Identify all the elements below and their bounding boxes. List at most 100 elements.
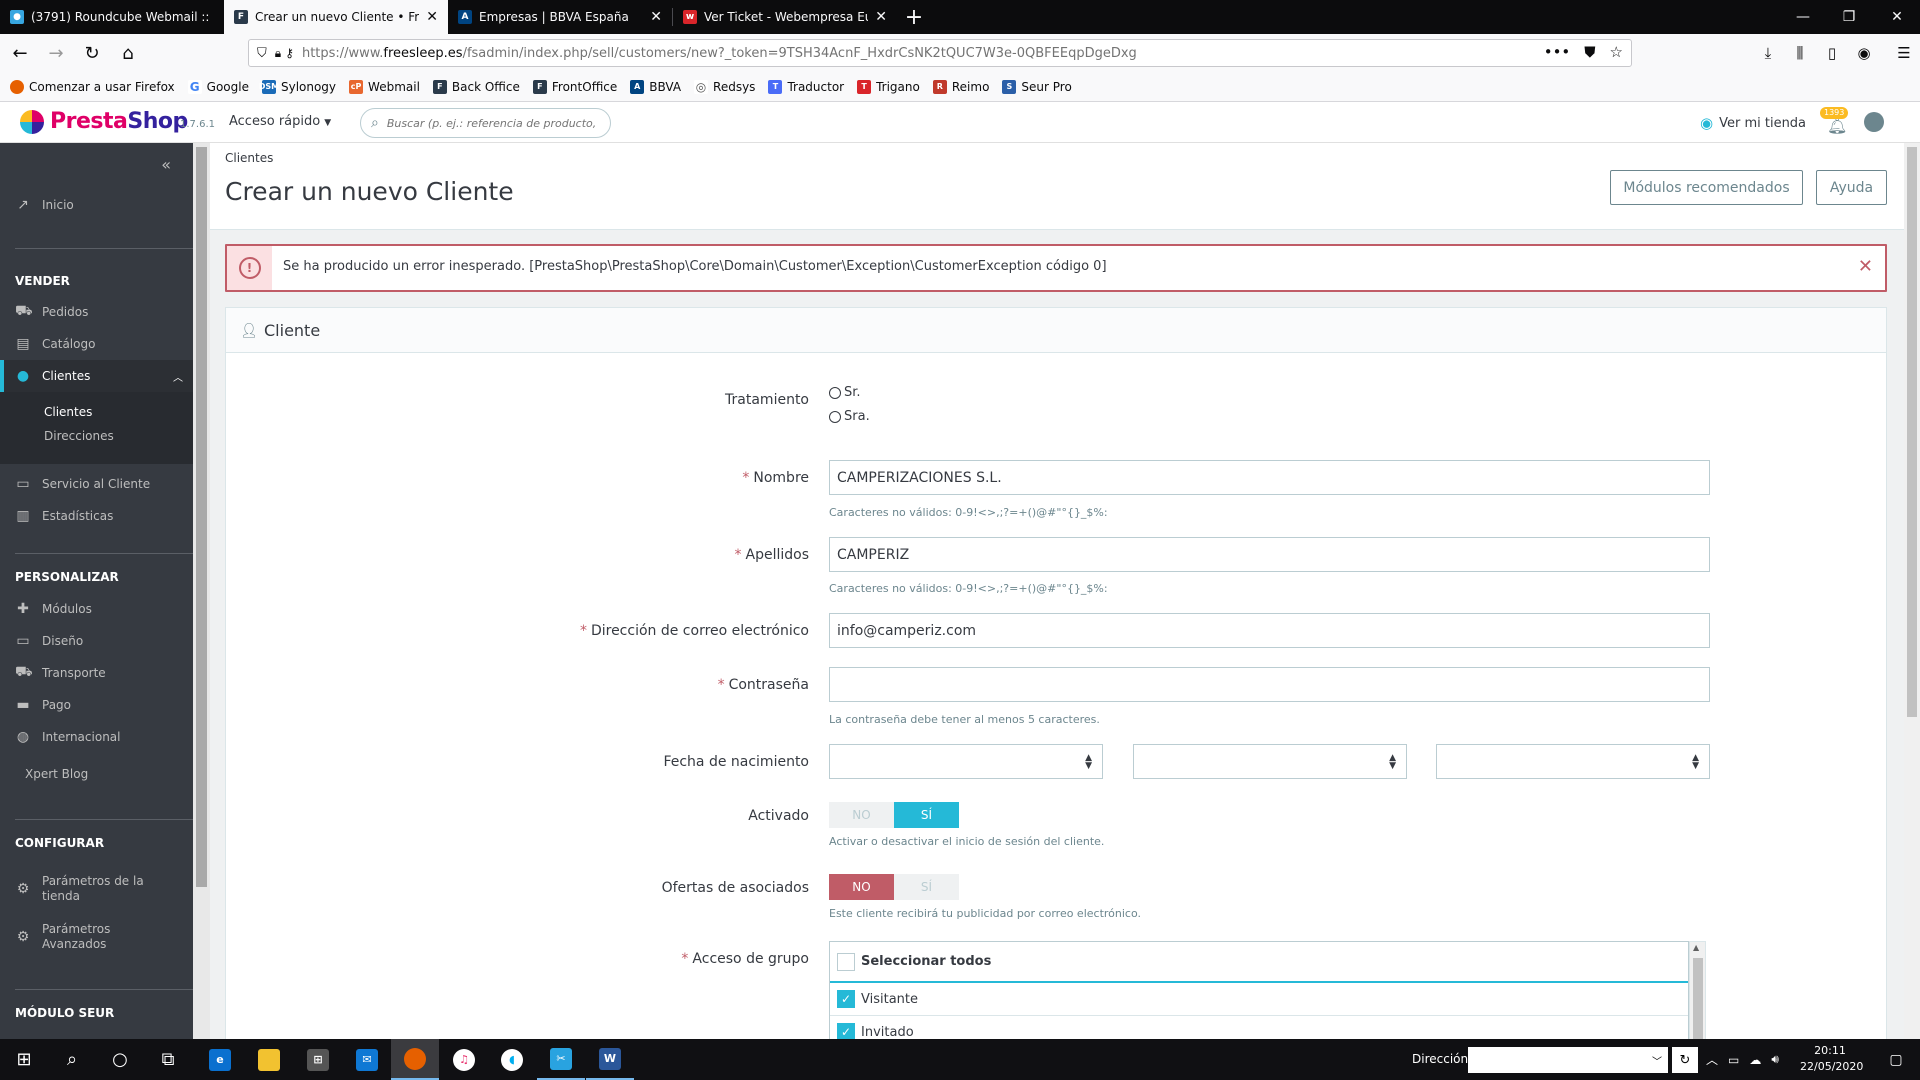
title-radio-sr[interactable]: Sr. — [829, 385, 861, 400]
quick-access-dropdown[interactable]: Acceso rápido ▼ — [229, 114, 331, 129]
view-store-link[interactable]: ◉ Ver mi tienda — [1700, 114, 1806, 132]
page-actions-icon[interactable]: ••• — [1544, 43, 1571, 61]
network-icon[interactable]: ▭ — [1728, 1053, 1739, 1067]
pocket-icon[interactable]: ⛊ — [1584, 43, 1595, 61]
browser-tab[interactable]: ● (3791) Roundcube Webmail :: E — [0, 0, 224, 34]
bookmark-firefox[interactable]: Comenzar a usar Firefox — [10, 79, 175, 94]
bookmark-google[interactable]: G Google — [187, 79, 249, 94]
bookmark-bbva[interactable]: A BBVA — [630, 79, 681, 94]
itunes-icon[interactable]: ♫ — [440, 1039, 488, 1080]
search-field[interactable]: ⌕ — [360, 108, 611, 138]
bookmark-webmail[interactable]: cP Webmail — [349, 79, 420, 94]
snipping-tool-icon[interactable]: ✂ — [537, 1039, 585, 1080]
enabled-switch[interactable]: NO SÍ — [829, 802, 959, 828]
sidebar-subitem-clientes[interactable]: Clientes — [44, 405, 92, 419]
windows-start-icon[interactable]: ⊞ — [0, 1039, 48, 1080]
sidebar-subitem-direcciones[interactable]: Direcciones — [44, 429, 114, 443]
sidebar-item-estadisticas[interactable]: ▥ Estadísticas — [0, 500, 193, 532]
sidebar-item-diseno[interactable]: ▭ Diseño — [0, 625, 193, 657]
task-view-icon[interactable]: ⧉ — [144, 1039, 192, 1080]
breadcrumb[interactable]: Clientes — [225, 151, 273, 165]
bookmark-back-office[interactable]: F Back Office — [432, 79, 520, 94]
sidebar-item-servicio[interactable]: ▭ Servicio al Cliente — [0, 468, 193, 500]
sidebar-item-parametros-tienda[interactable]: ⚙ Parámetros de la tienda — [0, 869, 193, 909]
sidebar-item-pago[interactable]: ▬ Pago — [0, 689, 193, 721]
sidebar-item-pedidos[interactable]: ⛟ Pedidos — [0, 296, 193, 328]
sidebar-item-modulos[interactable]: ✚ Módulos — [0, 593, 193, 625]
notifications-button[interactable]: 🔔︎ — [1827, 116, 1847, 136]
recommended-modules-button[interactable]: Módulos recomendados — [1610, 170, 1803, 205]
bookmark-frontoffice[interactable]: F FrontOffice — [532, 79, 617, 94]
back-icon[interactable]: ← — [2, 35, 38, 71]
select-all-row[interactable]: Seleccionar todos — [830, 942, 1688, 983]
birthday-day-select[interactable]: ▲ ▼ — [1436, 744, 1710, 779]
bookmark-sylonogy[interactable]: DSM Sylonogy — [259, 79, 336, 94]
clock[interactable]: 20:11 22/05/2020 — [1800, 1043, 1863, 1075]
birthday-year-select[interactable]: ▲ ▼ — [829, 744, 1103, 779]
close-tab-icon[interactable]: ✕ — [875, 9, 887, 25]
bookmark-star-icon[interactable]: ☆ — [1610, 43, 1623, 61]
reload-icon[interactable]: ↻ — [74, 35, 110, 71]
browser-tab[interactable]: A Empresas | BBVA España ✕ — [448, 0, 672, 34]
first-name-input[interactable] — [829, 460, 1710, 495]
menu-icon[interactable]: ☰ — [1888, 35, 1920, 71]
home-icon[interactable]: ⌂ — [110, 35, 146, 71]
action-center-icon[interactable]: ▢ — [1876, 1039, 1916, 1080]
word-icon[interactable]: W — [586, 1039, 634, 1080]
checkbox-checked-icon[interactable]: ✓ — [837, 990, 855, 1008]
user-account-icon[interactable] — [1864, 112, 1884, 132]
radio-circle[interactable] — [829, 410, 841, 423]
firefox-icon[interactable] — [391, 1039, 439, 1080]
bookmark-trigano[interactable]: T Trigano — [857, 79, 920, 94]
shield-icon[interactable]: ⛉ — [257, 46, 267, 61]
partner-offers-switch[interactable]: NO SÍ — [829, 874, 959, 900]
minimize-window-icon[interactable]: — — [1780, 0, 1826, 34]
chevron-down-icon[interactable]: ﹀ — [1652, 1053, 1662, 1068]
edge-icon[interactable]: e — [196, 1039, 244, 1080]
download-icon[interactable]: ⤓ — [1752, 35, 1784, 71]
sidebar-item-clientes[interactable]: ● Clientes ︿ — [0, 360, 193, 392]
bookmark-seur-pro[interactable]: S Seur Pro — [1002, 79, 1072, 94]
enabled-switch-no[interactable]: NO — [829, 802, 894, 828]
sidebar-item-internacional[interactable]: ◍ Internacional — [0, 721, 193, 753]
skype-icon[interactable]: ◖ — [488, 1039, 536, 1080]
close-icon[interactable]: ✕ — [1858, 256, 1873, 277]
library-icon[interactable]: ⫼ — [1784, 35, 1816, 71]
account-icon[interactable]: ◉ — [1848, 35, 1880, 71]
close-tab-icon[interactable]: ✕ — [650, 9, 662, 25]
prestashop-logo[interactable]: PrestaShop — [20, 109, 188, 134]
forward-icon[interactable]: → — [38, 35, 74, 71]
new-tab-button[interactable]: + — [897, 0, 931, 34]
cortana-icon[interactable]: ○ — [96, 1039, 144, 1080]
bookmark-reimo[interactable]: R Reimo — [932, 79, 989, 94]
group-row[interactable]: ✓ Visitante — [830, 983, 1688, 1016]
sidebar-toggle-icon[interactable]: ▯ — [1816, 35, 1848, 71]
sidebar-scrollbar[interactable] — [193, 143, 210, 1039]
close-window-icon[interactable]: ✕ — [1874, 0, 1920, 34]
group-row[interactable]: ✓ Invitado — [830, 1016, 1688, 1039]
refresh-icon[interactable]: ↻ — [1672, 1047, 1698, 1073]
search-input[interactable] — [386, 116, 597, 130]
browser-tab-active[interactable]: F Crear un nuevo Cliente • Free S ✕ — [224, 0, 448, 34]
mail-icon[interactable]: ✉ — [343, 1039, 391, 1080]
partner-offers-switch-no[interactable]: NO — [829, 874, 894, 900]
main-scrollbar[interactable] — [1904, 143, 1920, 1039]
store-icon[interactable]: ⊞ — [294, 1039, 342, 1080]
url-bar[interactable]: ⛉ 🔒︎ ⚷ https://www. freesleep.es/fsadmin/… — [248, 39, 1632, 67]
chevron-up-icon[interactable]: ︿ — [1706, 1051, 1718, 1068]
address-toolbar-input[interactable]: ﹀ — [1468, 1047, 1668, 1073]
sidebar-item-catalogo[interactable]: ▤ Catálogo — [0, 328, 193, 360]
partner-offers-switch-yes[interactable]: SÍ — [894, 874, 959, 900]
bookmark-traductor[interactable]: T Traductor — [768, 79, 844, 94]
last-name-input[interactable] — [829, 537, 1710, 572]
volume-icon[interactable]: 🔊︎ — [1771, 1052, 1779, 1067]
title-radio-sra[interactable]: Sra. — [829, 409, 870, 424]
checkbox-checked-icon[interactable]: ✓ — [837, 1023, 855, 1039]
sidebar-item-inicio[interactable]: ↗ Inicio — [0, 189, 193, 221]
sidebar-item-transporte[interactable]: ⛟ Transporte — [0, 657, 193, 689]
enabled-switch-yes[interactable]: SÍ — [894, 802, 959, 828]
group-list-scrollbar[interactable]: ▲ — [1689, 941, 1706, 1039]
onedrive-icon[interactable]: ☁ — [1749, 1053, 1761, 1067]
password-input[interactable] — [829, 667, 1710, 702]
collapse-sidebar-icon[interactable]: « — [161, 155, 171, 174]
